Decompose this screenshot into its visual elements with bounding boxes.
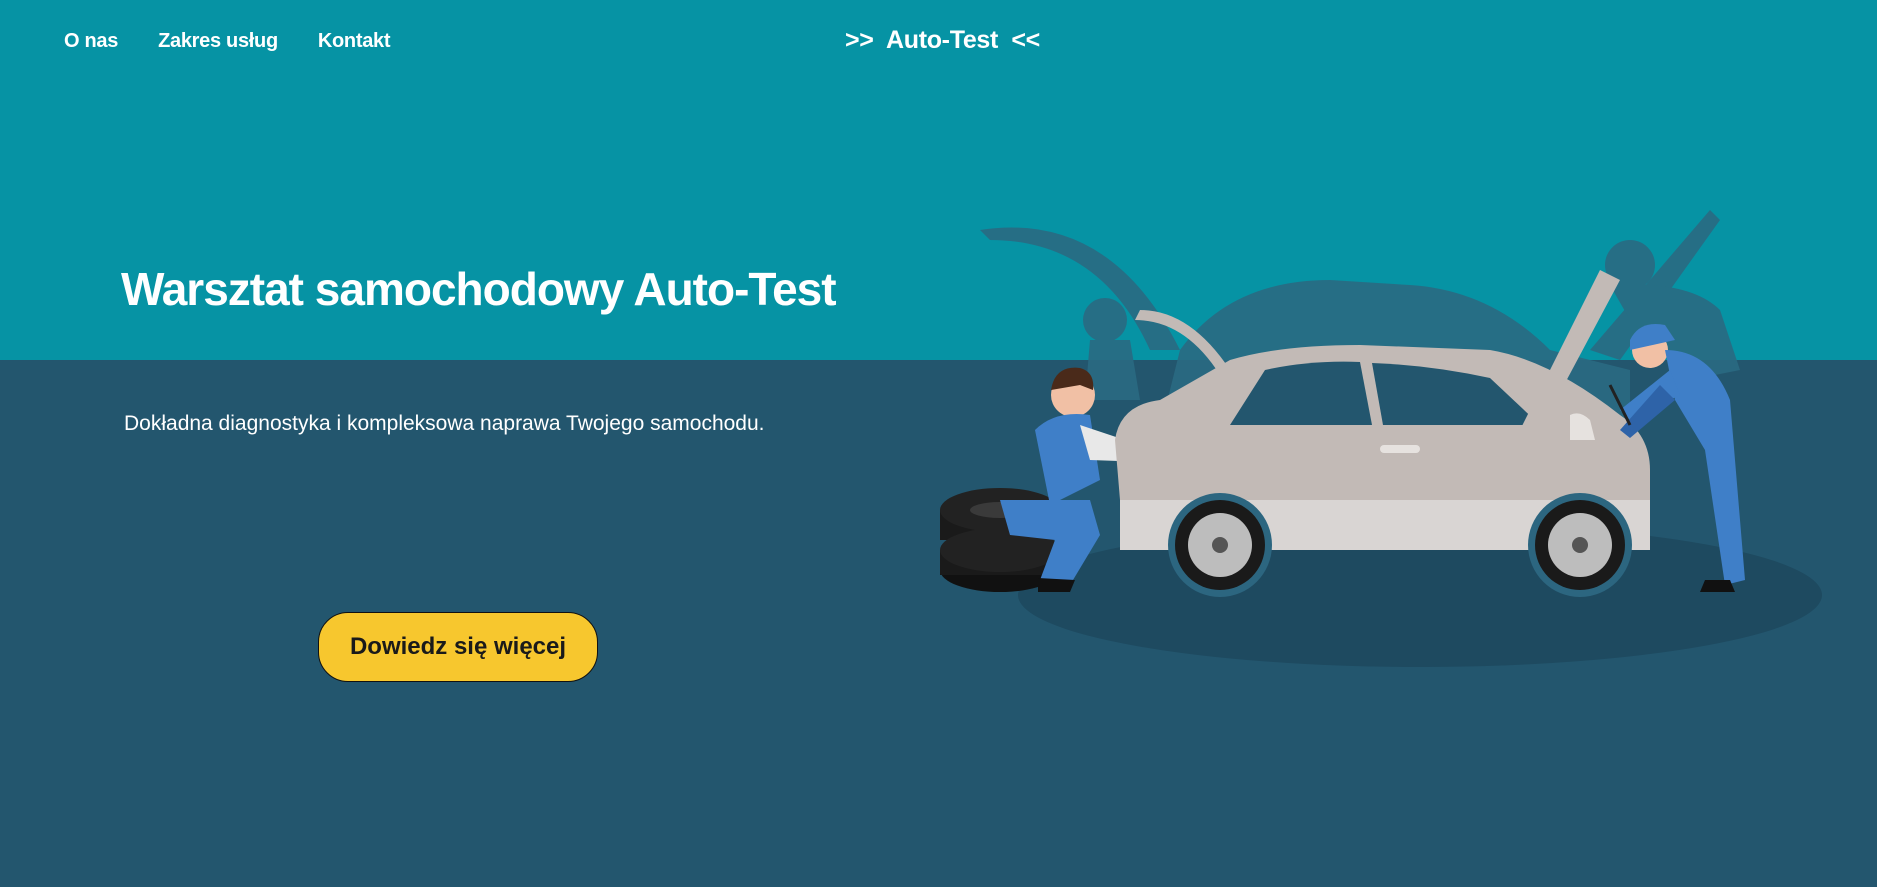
- hero-subtitle: Dokładna diagnostyka i kompleksowa napra…: [124, 412, 765, 435]
- nav-item-zakres-uslug[interactable]: Zakres usług: [158, 30, 278, 53]
- site-logo-text[interactable]: >> Auto-Test <<: [845, 26, 1040, 55]
- hero-title: Warsztat samochodowy Auto-Test: [121, 263, 837, 315]
- nav-item-o-nas[interactable]: O nas: [64, 30, 118, 53]
- car-repair-illustration: [940, 210, 1822, 667]
- learn-more-button[interactable]: Dowiedz się więcej: [318, 612, 598, 682]
- main-nav: O nas Zakres usług Kontakt: [64, 30, 391, 53]
- nav-item-kontakt[interactable]: Kontakt: [318, 30, 391, 53]
